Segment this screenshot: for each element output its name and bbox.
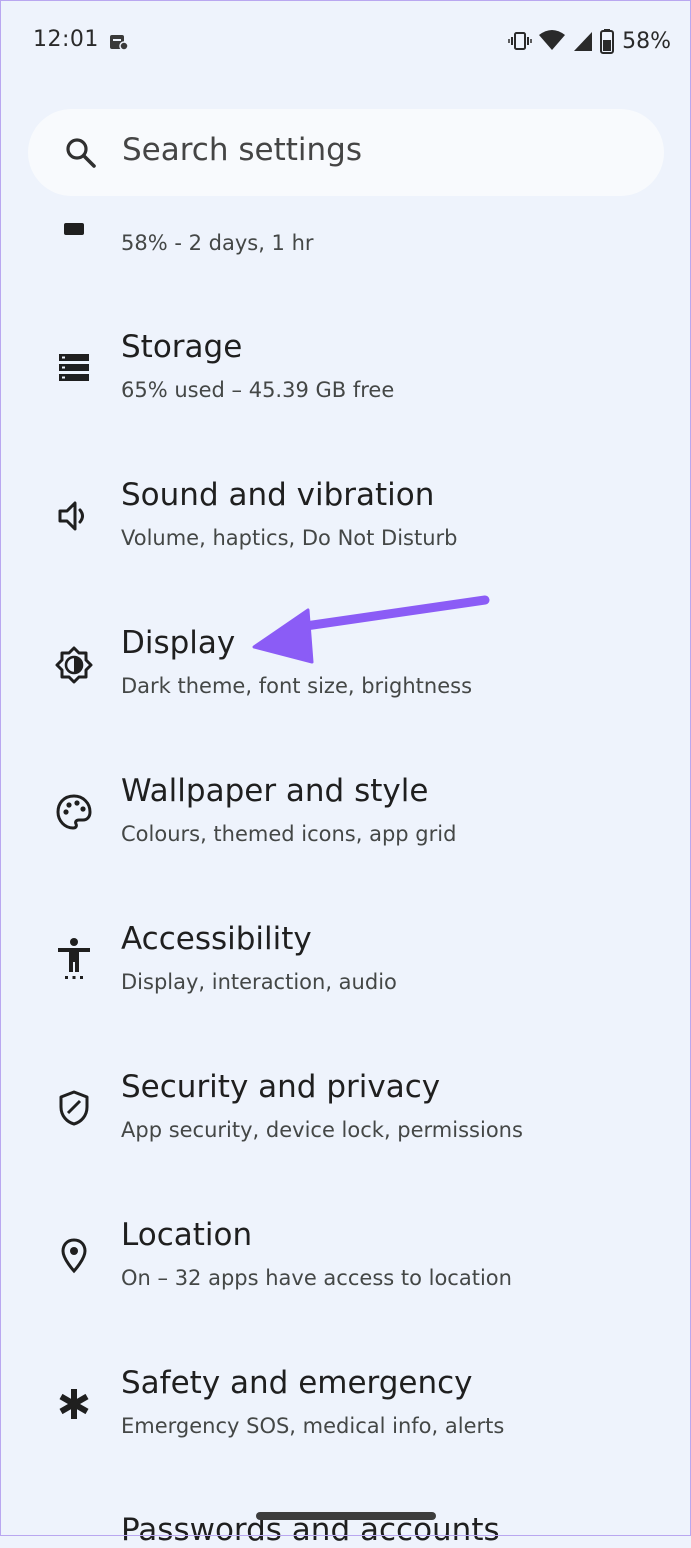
settings-item-location[interactable]: Location On – 32 apps have access to loc… — [0, 1188, 691, 1336]
annotation-arrow — [252, 595, 490, 664]
item-subtitle: Volume, haptics, Do Not Disturb — [121, 526, 458, 550]
brightness-icon — [52, 643, 96, 687]
settings-item-storage[interactable]: Storage 65% used – 45.39 GB free — [0, 300, 691, 448]
location-pin-icon — [52, 1234, 96, 1278]
gesture-handle[interactable] — [256, 1512, 436, 1520]
battery-icon — [52, 214, 96, 244]
storage-icon — [52, 345, 96, 389]
item-title: Accessibility — [121, 921, 312, 957]
item-title: Sound and vibration — [121, 477, 435, 513]
item-subtitle: Display, interaction, audio — [121, 970, 397, 994]
item-subtitle: Emergency SOS, medical info, alerts — [121, 1414, 505, 1438]
settings-item-security[interactable]: Security and privacy App security, devic… — [0, 1040, 691, 1188]
item-title: Display — [121, 625, 236, 661]
item-subtitle: App security, device lock, permissions — [121, 1118, 523, 1142]
accessibility-icon — [52, 936, 96, 980]
item-subtitle: Dark theme, font size, brightness — [121, 674, 473, 698]
item-subtitle: Colours, themed icons, app grid — [121, 822, 457, 846]
settings-item-wallpaper[interactable]: Wallpaper and style Colours, themed icon… — [0, 744, 691, 892]
settings-item-sound[interactable]: Sound and vibration Volume, haptics, Do … — [0, 448, 691, 596]
item-title: Storage — [121, 329, 243, 365]
item-title: Safety and emergency — [121, 1365, 473, 1401]
item-subtitle: 65% used – 45.39 GB free — [121, 378, 395, 402]
item-subtitle: 58% - 2 days, 1 hr — [121, 231, 314, 255]
settings-item-safety[interactable]: Safety and emergency Emergency SOS, medi… — [0, 1336, 691, 1484]
settings-item-accessibility[interactable]: Accessibility Display, interaction, audi… — [0, 892, 691, 1040]
asterisk-icon — [52, 1382, 96, 1426]
shield-icon — [52, 1086, 96, 1130]
item-title: Security and privacy — [121, 1069, 441, 1105]
speaker-icon — [52, 494, 96, 538]
item-title: Wallpaper and style — [121, 773, 429, 809]
item-title: Location — [121, 1217, 253, 1253]
settings-item-battery[interactable]: 58% - 2 days, 1 hr — [0, 0, 691, 300]
item-subtitle: On – 32 apps have access to location — [121, 1266, 512, 1290]
palette-icon — [52, 790, 96, 834]
